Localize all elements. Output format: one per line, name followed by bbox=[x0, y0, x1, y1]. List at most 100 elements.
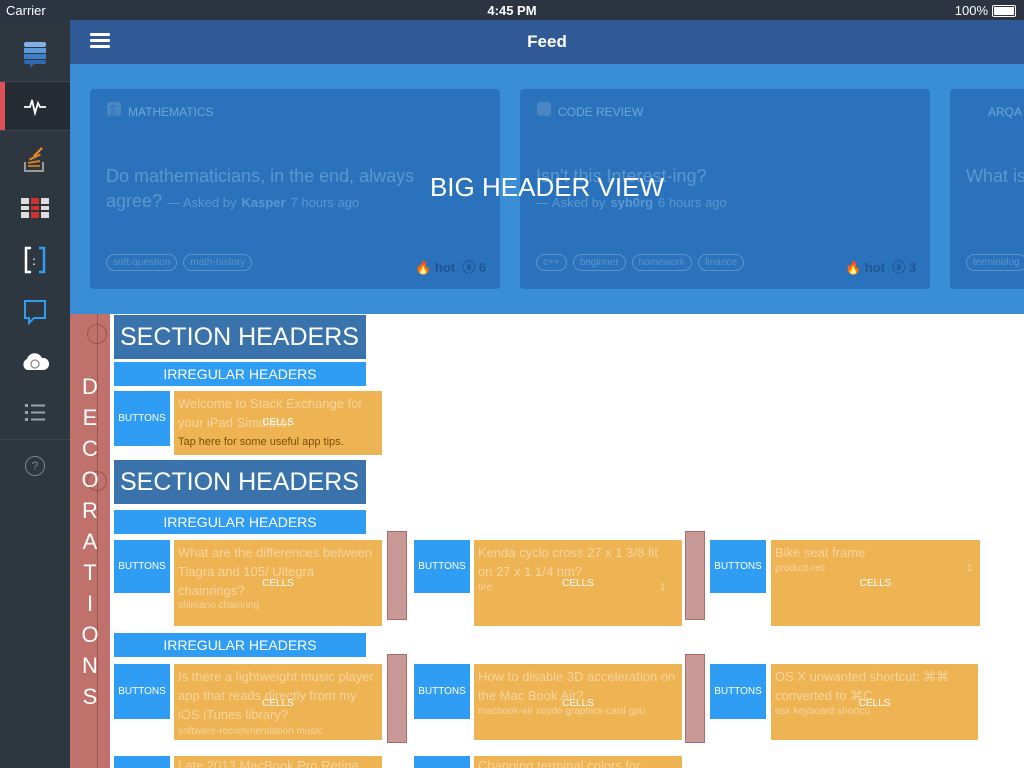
irregular-header: IRREGULAR HEADERS bbox=[114, 633, 366, 657]
question-cell[interactable]: OS X unwanted shortcut: ⌘⌘ converted to … bbox=[771, 664, 978, 740]
list-icon bbox=[25, 404, 45, 421]
sidebar-item-list[interactable] bbox=[0, 392, 70, 432]
decoration-bar bbox=[387, 654, 407, 743]
decorations-letter: E bbox=[82, 405, 98, 430]
decoration-bar bbox=[685, 531, 705, 620]
cell-button[interactable] bbox=[414, 756, 470, 768]
question-cell[interactable]: Bike seat frame CELLS product-rec 1 bbox=[771, 540, 980, 626]
cell-button[interactable]: BUTTONS bbox=[114, 540, 170, 593]
decoration-bar bbox=[387, 531, 407, 620]
battery-percent: 100% bbox=[954, 3, 988, 18]
cell-tags: software-recommendation music bbox=[178, 726, 323, 737]
decorations-letter: A bbox=[82, 529, 98, 554]
cell-tags: shimano chainring bbox=[178, 600, 260, 611]
sidebar-item-cloud[interactable] bbox=[0, 340, 70, 384]
cells-label: CELLS bbox=[262, 417, 294, 428]
welcome-cell[interactable]: Welcome to Stack Exchange for your iPad … bbox=[174, 391, 382, 455]
decoration-bar bbox=[685, 654, 705, 743]
irregular-header: IRREGULAR HEADERS bbox=[114, 362, 366, 386]
battery-icon bbox=[992, 4, 1016, 17]
cell-tags: osx keyboard shortcu bbox=[775, 706, 871, 717]
big-header-view-label: BIG HEADER VIEW bbox=[429, 172, 665, 202]
sidebar-item-chat[interactable] bbox=[0, 290, 70, 334]
tag[interactable]: finance bbox=[697, 254, 744, 271]
decorations-letter: D bbox=[82, 374, 98, 399]
hot-badge: 🔥 hot ⓐ 3 bbox=[845, 260, 917, 275]
tag[interactable]: terminolog bbox=[966, 254, 1024, 271]
tag-list: c++ beginner homework finance bbox=[536, 254, 744, 271]
cell-button[interactable]: BUTTONS bbox=[414, 540, 470, 593]
cell-title: Kenda cyclo cross 27 x 1 3/8 fit on 27 x… bbox=[478, 545, 658, 579]
cell-title: Bike seat frame bbox=[775, 545, 866, 560]
cell-title: Late 2013 MacBook Pro Retina bbox=[178, 758, 359, 768]
tag[interactable]: homework bbox=[631, 254, 692, 271]
sidebar: : ? bbox=[0, 20, 70, 768]
irregular-header: IRREGULAR HEADERS bbox=[114, 510, 366, 534]
help-icon: ? bbox=[25, 456, 45, 476]
nav-bar: Feed bbox=[70, 20, 1024, 66]
answer-count: 1 bbox=[660, 582, 666, 593]
section-header: SECTION HEADERS bbox=[114, 315, 366, 359]
chat-bubble-icon bbox=[24, 300, 46, 326]
decorations-letter: C bbox=[82, 436, 98, 461]
cell-button[interactable]: BUTTONS bbox=[710, 664, 766, 719]
cell-button[interactable]: BUTTONS bbox=[414, 664, 470, 719]
cells-label: CELLS bbox=[262, 578, 294, 589]
page-title: Feed bbox=[527, 32, 567, 51]
site-name: CODE REVIEW bbox=[558, 105, 644, 119]
site-name: ARQA bbox=[988, 105, 1023, 119]
clock: 4:45 PM bbox=[487, 3, 537, 18]
tag[interactable]: soft-question bbox=[106, 254, 178, 271]
cell-button[interactable] bbox=[114, 756, 170, 768]
section-header: SECTION HEADERS bbox=[114, 460, 366, 504]
question-cell[interactable]: How to disable 3D acceleration on the Ma… bbox=[474, 664, 682, 740]
mathematics-site-icon: ∑ bbox=[107, 102, 121, 116]
sidebar-item-server-fault[interactable] bbox=[0, 186, 70, 230]
activity-pulse-icon bbox=[24, 99, 46, 116]
tag[interactable]: c++ bbox=[536, 254, 567, 271]
decorations-letter: O bbox=[81, 467, 99, 492]
decorations-letter: S bbox=[82, 684, 98, 709]
big-header-view: ∑ MATHEMATICS Do mathematicians, in the … bbox=[70, 64, 1024, 314]
svg-text::: : bbox=[32, 254, 36, 268]
sidebar-item-code-review[interactable]: : bbox=[0, 238, 70, 282]
svg-text:∑: ∑ bbox=[110, 105, 117, 116]
cell-button[interactable]: BUTTONS bbox=[114, 391, 170, 446]
question-cell[interactable]: Is there a lightweight music player app … bbox=[174, 664, 382, 740]
tag[interactable]: beginner bbox=[572, 254, 626, 271]
cells-label: CELLS bbox=[859, 578, 892, 589]
stack-exchange-logo-icon[interactable] bbox=[0, 32, 70, 76]
question-cell[interactable]: What are the differences between Tiagra … bbox=[174, 540, 382, 626]
tag[interactable]: math-history bbox=[183, 254, 253, 271]
sidebar-item-stack-overflow[interactable] bbox=[0, 136, 70, 180]
cell-title: What are the differences between Tiagra … bbox=[178, 545, 373, 598]
question-cell[interactable]: Kenda cyclo cross 27 x 1 3/8 fit on 27 x… bbox=[474, 540, 682, 626]
cell-tags: tire bbox=[478, 582, 492, 593]
decorations-letter: R bbox=[82, 498, 98, 523]
cloud-icon bbox=[23, 353, 50, 370]
cells-label: CELLS bbox=[262, 698, 294, 709]
sidebar-item-help[interactable]: ? bbox=[0, 454, 70, 478]
cell-button[interactable]: BUTTONS bbox=[114, 664, 170, 719]
hot-badge: 🔥 hot ⓐ 6 bbox=[415, 260, 487, 275]
cell-button[interactable]: BUTTONS bbox=[710, 540, 766, 593]
question-cell[interactable]: Changing terminal colors for bbox=[474, 756, 682, 768]
timeline-node bbox=[87, 324, 107, 344]
decorations-letter: O bbox=[81, 622, 99, 647]
question-cell[interactable]: Late 2013 MacBook Pro Retina bbox=[174, 756, 382, 768]
answer-count: 1 bbox=[967, 563, 973, 574]
cell-title: Changing terminal colors for bbox=[478, 758, 641, 768]
active-indicator bbox=[0, 82, 5, 130]
tag-list: terminolog bbox=[966, 254, 1024, 271]
code-review-icon: : bbox=[24, 246, 46, 274]
cell-tags: product-rec bbox=[775, 563, 826, 574]
sidebar-item-activity[interactable] bbox=[0, 82, 70, 130]
decorations-letter: T bbox=[83, 560, 97, 585]
site-name: MATHEMATICS bbox=[128, 105, 214, 119]
status-bar: Carrier 4:45 PM 100% bbox=[0, 0, 1024, 20]
decorations-letter: N bbox=[82, 653, 98, 678]
cells-label: CELLS bbox=[562, 578, 594, 589]
cell-tip: Tap here for some useful app tips. bbox=[178, 436, 344, 448]
cell-tags: macbook-air xcode graphics-card gpu bbox=[478, 706, 646, 717]
server-fault-icon bbox=[21, 198, 49, 218]
